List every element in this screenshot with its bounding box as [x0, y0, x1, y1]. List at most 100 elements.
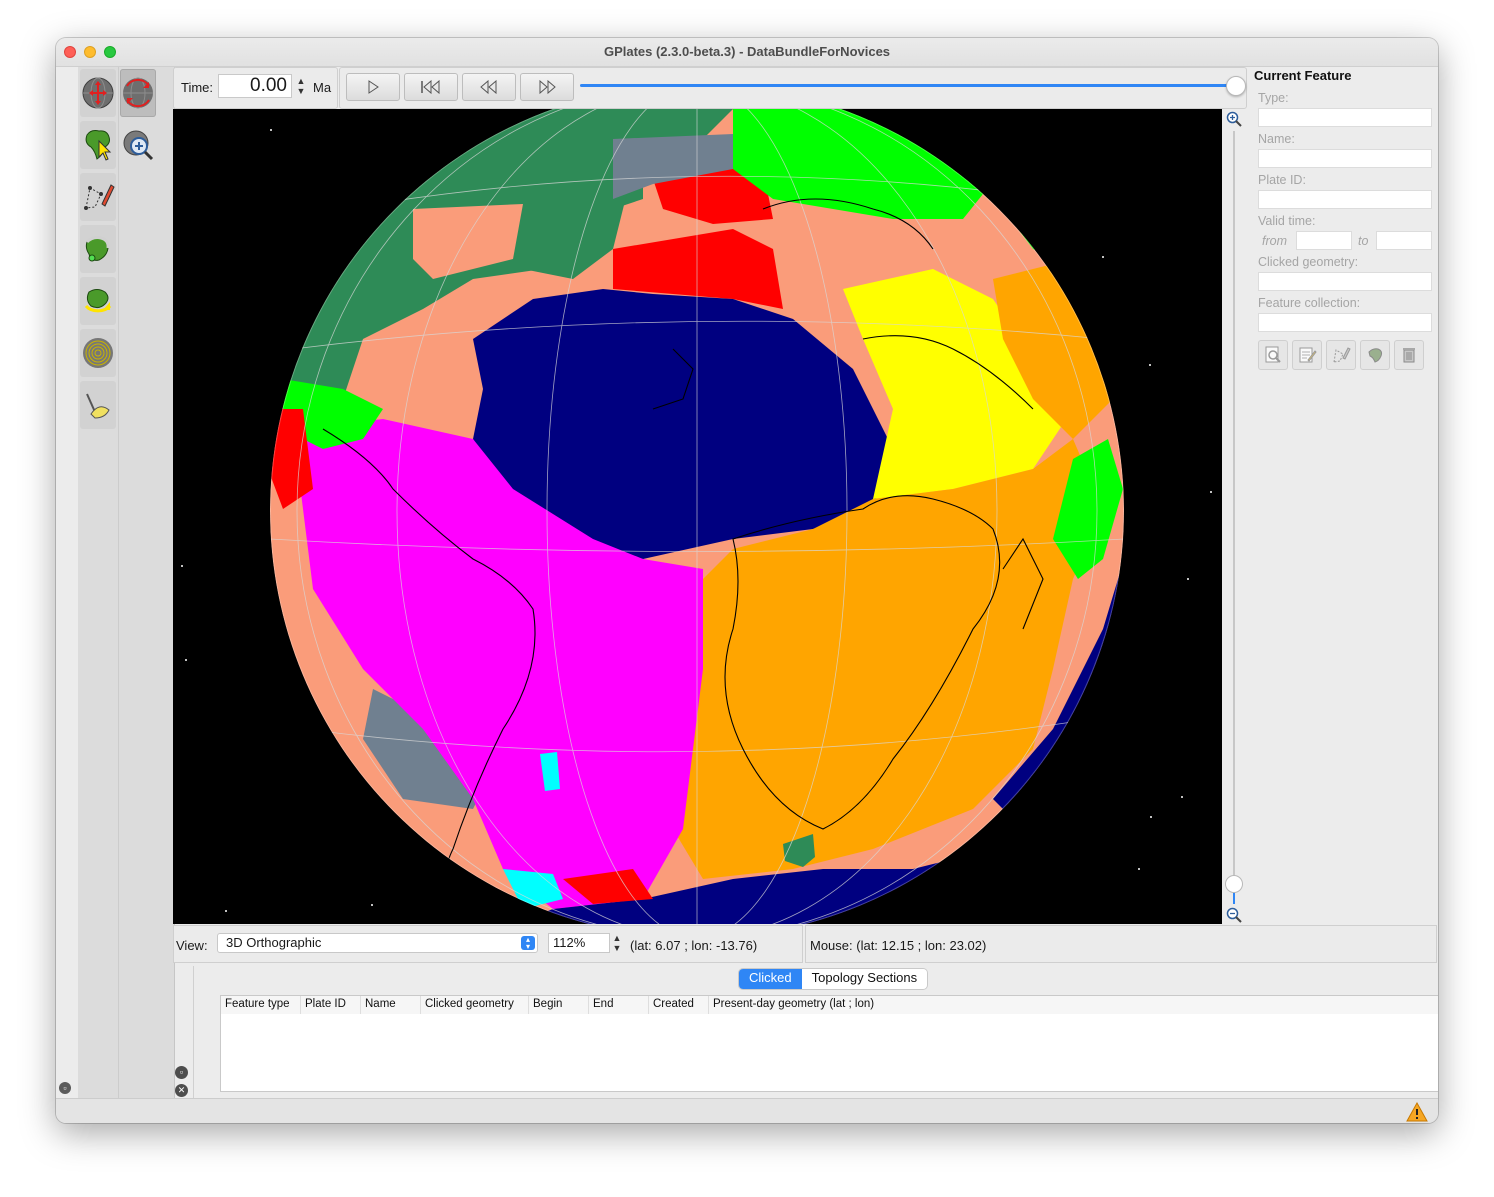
feature-table-tabs: Clicked Topology Sections	[738, 968, 929, 990]
globe	[270, 109, 1124, 924]
time-slider-track[interactable]	[580, 84, 1236, 87]
scalar-field-tool-icon	[83, 338, 113, 368]
step-forward-button[interactable]	[520, 73, 574, 101]
toolbox-divider	[118, 67, 119, 1098]
step-back-icon	[480, 79, 497, 95]
reset-to-start-button[interactable]	[404, 73, 458, 101]
rotate-globe-tool[interactable]	[120, 69, 156, 117]
column-header[interactable]: Feature type	[221, 996, 301, 1014]
step-forward-icon	[539, 79, 556, 95]
column-header[interactable]: Plate ID	[301, 996, 361, 1014]
clicked-geometry-label: Clicked geometry:	[1258, 255, 1359, 269]
current-feature-panel: Current Feature Type: Name: Plate ID: Va…	[1248, 67, 1438, 927]
mouse-coordinates: Mouse: (lat: 12.15 ; lon: 23.02)	[810, 938, 987, 953]
time-slider-handle[interactable]	[1226, 76, 1246, 96]
query-feature-icon	[1265, 346, 1281, 363]
column-header[interactable]: Created	[649, 996, 709, 1014]
digitise-geometry-tool-icon	[84, 184, 115, 210]
topology-tool-icon	[85, 236, 110, 262]
globe-viewport[interactable]	[173, 109, 1222, 924]
column-header[interactable]: Present-day geometry (lat ; lon)	[709, 996, 1438, 1014]
globe-canvas[interactable]	[173, 109, 1222, 924]
zoom-slider-track[interactable]	[1233, 131, 1235, 881]
zoom-out-icon[interactable]	[1226, 907, 1242, 923]
query-feature-button[interactable]	[1258, 340, 1288, 370]
time-input[interactable]: 0.00	[218, 74, 292, 98]
feature-collection-label: Feature collection:	[1258, 296, 1361, 310]
digitise-new-geometry-button[interactable]	[1326, 340, 1356, 370]
current-feature-title: Current Feature	[1254, 68, 1352, 83]
column-header[interactable]: End	[589, 996, 649, 1014]
projection-select[interactable]: 3D Orthographic ▴ ▾	[217, 933, 538, 953]
mouse-position-bar: Mouse: (lat: 12.15 ; lon: 23.02)	[805, 925, 1437, 963]
zoom-percent-stepper[interactable]: ▲ ▼	[612, 933, 622, 953]
choose-feature-tool-icon	[85, 130, 112, 161]
small-circle-tool[interactable]	[80, 381, 116, 429]
undock-icon[interactable]: ▫	[59, 1082, 71, 1094]
topology-tool[interactable]	[80, 225, 116, 273]
zoom-tool[interactable]	[120, 121, 156, 169]
name-field[interactable]	[1258, 149, 1432, 168]
skip-to-start-icon	[421, 79, 440, 95]
dock-float-icon[interactable]: ▫	[175, 1066, 188, 1079]
animation-controls	[339, 67, 1247, 109]
feature-collection-field[interactable]	[1258, 313, 1432, 332]
play-button[interactable]	[346, 73, 400, 101]
zoom-percent-input[interactable]: 112%	[548, 933, 610, 953]
small-circle-tool-icon	[86, 393, 110, 419]
play-icon	[368, 80, 379, 94]
chevron-updown-icon: ▴ ▾	[521, 936, 535, 951]
zoom-tool-icon	[123, 130, 154, 161]
projection-value: 3D Orthographic	[226, 935, 322, 950]
clone-feature-icon	[1368, 348, 1383, 363]
valid-time-to-field[interactable]	[1376, 231, 1432, 250]
clone-feature-button[interactable]	[1360, 340, 1390, 370]
tab-topology-sections[interactable]: Topology Sections	[801, 969, 928, 989]
valid-time-to-label: to	[1358, 234, 1369, 248]
title-bar: GPlates (2.3.0-beta.3) - DataBundleForNo…	[56, 38, 1438, 67]
edit-feature-button[interactable]	[1292, 340, 1322, 370]
drag-globe-tool-icon	[82, 77, 114, 109]
column-header[interactable]: Clicked geometry	[421, 996, 529, 1014]
time-stepper[interactable]: ▲ ▼	[296, 76, 306, 96]
valid-time-from-field[interactable]	[1296, 231, 1352, 250]
scalar-field-tool[interactable]	[80, 329, 116, 377]
type-label: Type:	[1258, 91, 1289, 105]
window-title: GPlates (2.3.0-beta.3) - DataBundleForNo…	[603, 44, 891, 59]
time-label: Time:	[181, 80, 214, 95]
camera-coordinates: (lat: 6.07 ; lon: -13.76)	[630, 938, 758, 953]
choose-feature-tool[interactable]	[80, 121, 116, 169]
view-toolbar: View: 3D Orthographic ▴ ▾ 112% ▲ ▼ (lat: 6…	[173, 925, 803, 963]
type-field[interactable]	[1258, 108, 1432, 127]
feature-table-area: Clicked Topology Sections Feature type P…	[193, 966, 1438, 1098]
valid-time-label: Valid time:	[1258, 214, 1316, 228]
clicked-features-table[interactable]: Feature type Plate ID Name Clicked geome…	[220, 995, 1438, 1092]
step-back-button[interactable]	[462, 73, 516, 101]
edit-feature-icon	[1299, 347, 1317, 363]
reconstruction-pole-tool[interactable]	[80, 277, 116, 325]
time-toolbar: Time: 0.00 ▲ ▼ Ma	[173, 67, 1247, 109]
rotate-globe-tool-icon	[123, 77, 153, 109]
zoom-in-icon[interactable]	[1226, 111, 1242, 127]
plate-id-label: Plate ID:	[1258, 173, 1306, 187]
canvas-tools-palette	[78, 67, 175, 1098]
digitise-icon	[1333, 347, 1351, 363]
dock-close-icon[interactable]: ✕	[175, 1084, 188, 1097]
delete-feature-button[interactable]	[1394, 340, 1424, 370]
drag-globe-tool[interactable]	[80, 69, 116, 117]
column-header[interactable]: Begin	[529, 996, 589, 1014]
time-unit-label: Ma	[313, 80, 332, 95]
warning-icon[interactable]	[1406, 1102, 1428, 1122]
valid-time-from-label: from	[1262, 234, 1287, 248]
table-header: Feature type Plate ID Name Clicked geome…	[221, 996, 1438, 1014]
plate-id-field[interactable]	[1258, 190, 1432, 209]
digitise-geometry-tool[interactable]	[80, 173, 116, 221]
delete-feature-icon	[1403, 348, 1415, 363]
name-label: Name:	[1258, 132, 1295, 146]
zoom-slider-handle[interactable]	[1225, 875, 1243, 893]
gplates-window: GPlates (2.3.0-beta.3) - DataBundleForNo…	[56, 38, 1438, 1123]
clicked-geometry-field[interactable]	[1258, 272, 1432, 291]
column-header[interactable]: Name	[361, 996, 421, 1014]
zoom-slider-rail	[1222, 109, 1246, 924]
tab-clicked[interactable]: Clicked	[739, 969, 802, 989]
